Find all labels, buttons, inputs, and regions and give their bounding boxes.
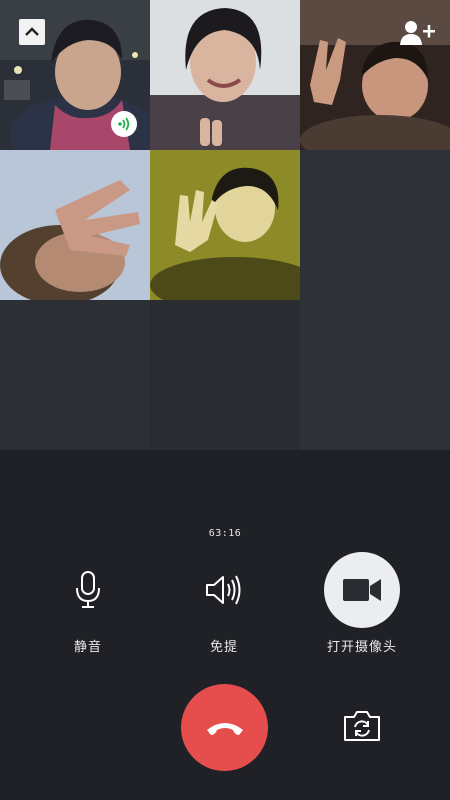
empty-slot [300,300,450,450]
empty-slot [0,300,150,450]
empty-slot [150,300,300,450]
speaker-label: 免提 [209,640,238,655]
camera-label: 打开摄像头 [326,640,397,655]
chevron-up-icon [25,27,39,36]
video-grid [0,0,450,450]
empty-slot [300,150,450,300]
voice-wave-icon [118,117,130,131]
microphone-icon [76,571,100,608]
speaking-indicator [111,111,137,137]
mute-label: 静音 [73,640,102,655]
mute-button[interactable]: 静音 [33,552,143,655]
call-timer: 63:16 [208,528,242,539]
participant-video-4[interactable] [0,150,150,300]
participant-video-2[interactable] [150,0,300,150]
participant-video-5[interactable] [150,150,300,300]
speaker-icon [206,575,241,605]
switch-camera-button[interactable] [340,706,384,746]
collapse-button[interactable] [19,19,45,45]
phone-hangup-icon [206,722,243,735]
add-member-button[interactable] [398,18,438,48]
add-user-icon [400,21,435,45]
hangup-button[interactable] [181,684,268,771]
video-camera-icon [343,579,381,601]
switch-camera-icon [344,711,380,741]
speaker-button[interactable]: 免提 [169,552,279,655]
camera-toggle-button[interactable]: 打开摄像头 [307,552,417,655]
